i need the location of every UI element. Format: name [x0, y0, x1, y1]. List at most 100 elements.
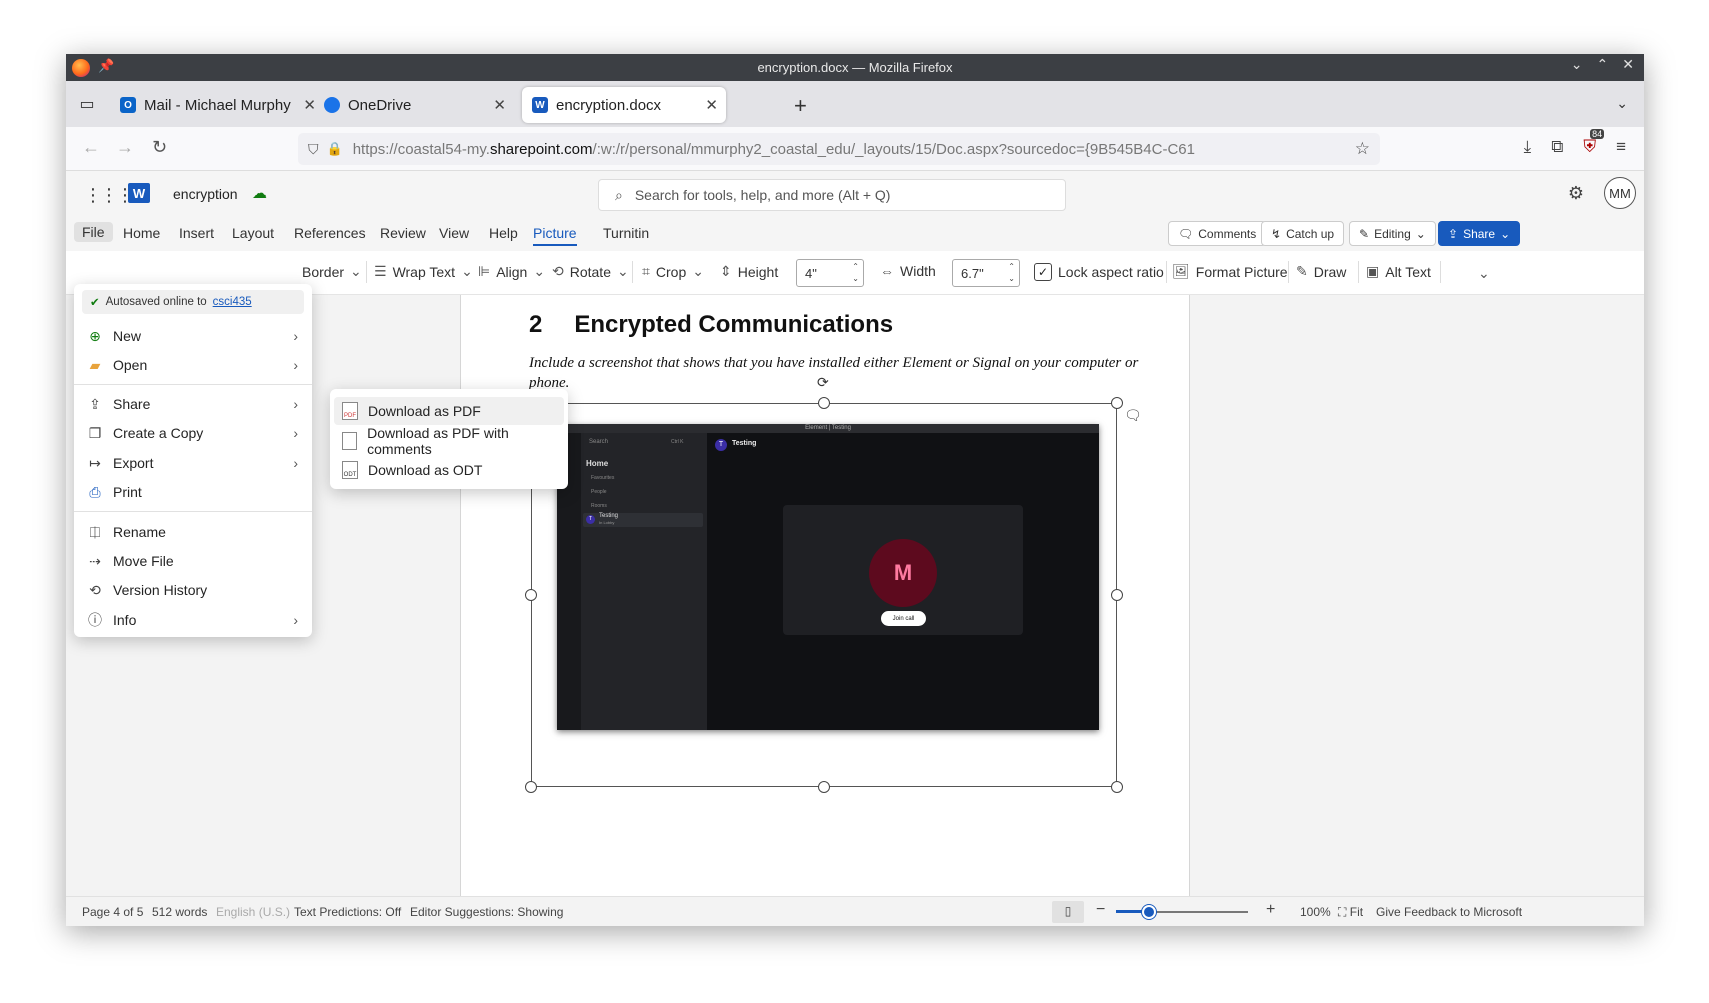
- list-tabs-icon[interactable]: ⌄: [1616, 95, 1628, 112]
- app-launcher-icon[interactable]: ⋮⋮⋮: [84, 185, 134, 206]
- height-input[interactable]: 4" ⌃ ⌄: [796, 259, 864, 287]
- tab-mail[interactable]: O Mail - Michael Murphy ✕: [110, 87, 316, 123]
- search-input[interactable]: ⌕ Search for tools, help, and more (Alt …: [598, 179, 1066, 211]
- menu-item-open[interactable]: ▰ Open ›: [74, 351, 312, 379]
- comments-button[interactable]: 🗨 Comments: [1168, 221, 1267, 246]
- wrap-text-button[interactable]: ☰ Wrap Text ⌄: [374, 263, 473, 280]
- menu-item-create-copy[interactable]: ❐ Create a Copy ›: [74, 419, 312, 447]
- fit-button[interactable]: ⛶ Fit: [1338, 905, 1363, 920]
- bookmark-star-icon[interactable]: ☆: [1355, 139, 1370, 159]
- word-logo-icon[interactable]: W: [128, 183, 150, 203]
- spinner-arrows-icon[interactable]: ⌃ ⌄: [852, 261, 859, 285]
- alt-text-button[interactable]: ▣ Alt Text: [1366, 263, 1431, 280]
- reload-icon[interactable]: ↻: [152, 137, 167, 158]
- zoom-out-icon[interactable]: −: [1096, 901, 1105, 919]
- feedback-link[interactable]: Give Feedback to Microsoft: [1376, 905, 1522, 919]
- border-button[interactable]: Border ⌄: [302, 263, 362, 280]
- menu-item-share[interactable]: ⇪ Share ›: [74, 390, 312, 418]
- close-tab-icon[interactable]: ✕: [705, 96, 718, 114]
- shield-icon[interactable]: ⛉: [308, 141, 319, 158]
- format-picture-button[interactable]: 🖼 Format Picture: [1172, 263, 1288, 280]
- autosaved-link[interactable]: csci435: [213, 296, 252, 308]
- tab-review[interactable]: Review: [380, 225, 426, 241]
- pin-icon[interactable]: 📌: [98, 58, 114, 74]
- language[interactable]: English (U.S.): [216, 905, 290, 919]
- zoom-slider[interactable]: [1116, 905, 1248, 919]
- gear-icon[interactable]: ⚙: [1568, 183, 1584, 204]
- tab-references[interactable]: References: [294, 225, 366, 241]
- add-comment-icon[interactable]: 🗨: [1124, 407, 1142, 424]
- resize-handle[interactable]: [1111, 781, 1123, 793]
- resize-handle[interactable]: [1111, 397, 1123, 409]
- tab-onedrive[interactable]: OneDrive ✕: [314, 87, 514, 123]
- word-count[interactable]: 512 words: [152, 905, 207, 919]
- width-input[interactable]: 6.7" ⌃ ⌄: [952, 259, 1020, 287]
- menu-item-info[interactable]: ⓘ Info ›: [74, 606, 312, 634]
- back-icon[interactable]: ←: [82, 137, 100, 158]
- zoom-thumb[interactable]: [1142, 905, 1156, 919]
- downloads-icon[interactable]: ⤓: [1524, 137, 1532, 157]
- saved-cloud-icon[interactable]: ☁: [252, 184, 267, 202]
- tab-layout[interactable]: Layout: [232, 225, 274, 241]
- ublock-icon[interactable]: ⛨ 84: [1583, 129, 1605, 157]
- menu-item-version-history[interactable]: ⟲ Version History: [74, 576, 312, 604]
- menu-item-new[interactable]: ⊕ New ›: [74, 322, 312, 350]
- firefox-view-icon[interactable]: ▭: [72, 89, 102, 119]
- tab-view[interactable]: View: [439, 225, 469, 241]
- share-button[interactable]: ⇪ Share ⌄: [1438, 221, 1521, 246]
- catch-up-button[interactable]: ↯ Catch up: [1261, 221, 1345, 246]
- align-button[interactable]: ⊫ Align ⌄: [478, 263, 545, 280]
- document-name[interactable]: encryption: [173, 186, 238, 202]
- maximize-icon[interactable]: ⌃: [1597, 56, 1609, 73]
- lock-aspect-checkbox[interactable]: ✓ Lock aspect ratio: [1034, 263, 1164, 281]
- zoom-level[interactable]: 100%: [1300, 905, 1331, 919]
- avatar[interactable]: MM: [1604, 177, 1636, 209]
- tab-help[interactable]: Help: [489, 225, 518, 241]
- tab-home[interactable]: Home: [123, 225, 160, 241]
- document-page[interactable]: 2 Encrypted Communications Include a scr…: [460, 295, 1190, 896]
- tab-turnitin[interactable]: Turnitin: [603, 225, 649, 241]
- editing-button[interactable]: ✎ Editing ⌄: [1349, 221, 1436, 246]
- download-pdf-comments-item[interactable]: Download as PDF with comments: [334, 425, 564, 457]
- rotate-handle-icon[interactable]: ⟳: [817, 374, 829, 391]
- resize-handle[interactable]: [525, 589, 537, 601]
- resize-handle[interactable]: [818, 781, 830, 793]
- page-view-icon[interactable]: ▯: [1052, 901, 1084, 923]
- zoom-in-icon[interactable]: +: [1266, 901, 1275, 919]
- checkbox-checked-icon[interactable]: ✓: [1034, 263, 1052, 281]
- draw-button[interactable]: ✎ Draw: [1296, 263, 1346, 280]
- tab-picture[interactable]: Picture: [533, 225, 577, 246]
- menu-item-move-file[interactable]: ⇢ Move File: [74, 547, 312, 575]
- ribbon-expand-button[interactable]: ⌄: [1478, 265, 1490, 282]
- resize-handle[interactable]: [1111, 589, 1123, 601]
- close-window-icon[interactable]: ✕: [1622, 56, 1634, 73]
- menu-item-export[interactable]: ↦ Export ›: [74, 449, 312, 477]
- spinner-arrows-icon[interactable]: ⌃ ⌄: [1008, 261, 1015, 285]
- lock-icon[interactable]: 🔒: [327, 141, 343, 157]
- new-tab-icon[interactable]: +: [794, 93, 807, 119]
- selected-picture[interactable]: ⟳ Element | Testing Search Ctrl K Home F…: [525, 374, 1123, 793]
- extensions-icon[interactable]: ⧉: [1551, 137, 1563, 157]
- close-tab-icon[interactable]: ✕: [493, 96, 506, 114]
- rotate-button[interactable]: ⟲ Rotate ⌄: [552, 263, 629, 280]
- url-bar[interactable]: ⛉ 🔒 https://coastal54-my. sharepoint.com /…: [298, 133, 1380, 165]
- download-pdf-item[interactable]: PDF Download as PDF: [334, 397, 564, 425]
- download-odt-item[interactable]: ODT Download as ODT: [334, 456, 564, 484]
- width-value: 6.7": [961, 266, 984, 281]
- tab-insert[interactable]: Insert: [179, 225, 214, 241]
- page-count[interactable]: Page 4 of 5: [82, 905, 143, 919]
- instruction-paragraph[interactable]: Include a screenshot that shows that you…: [529, 353, 1169, 393]
- hamburger-menu-icon[interactable]: ≡: [1616, 137, 1626, 157]
- minimize-icon[interactable]: ⌄: [1571, 56, 1583, 73]
- text-predictions[interactable]: Text Predictions: Off: [294, 905, 401, 919]
- menu-item-rename[interactable]: ⎅ Rename: [74, 518, 312, 546]
- editor-suggestions[interactable]: Editor Suggestions: Showing: [410, 905, 563, 919]
- crop-button[interactable]: ⌗ Crop ⌄: [642, 263, 704, 280]
- tab-file[interactable]: File: [74, 222, 113, 242]
- screenshot-join-call: Join call: [881, 611, 926, 626]
- tab-encryption[interactable]: W encryption.docx ✕: [522, 87, 726, 123]
- resize-handle[interactable]: [818, 397, 830, 409]
- resize-handle[interactable]: [525, 781, 537, 793]
- forward-icon[interactable]: →: [116, 137, 134, 158]
- menu-item-print[interactable]: ⎙ Print: [74, 478, 312, 506]
